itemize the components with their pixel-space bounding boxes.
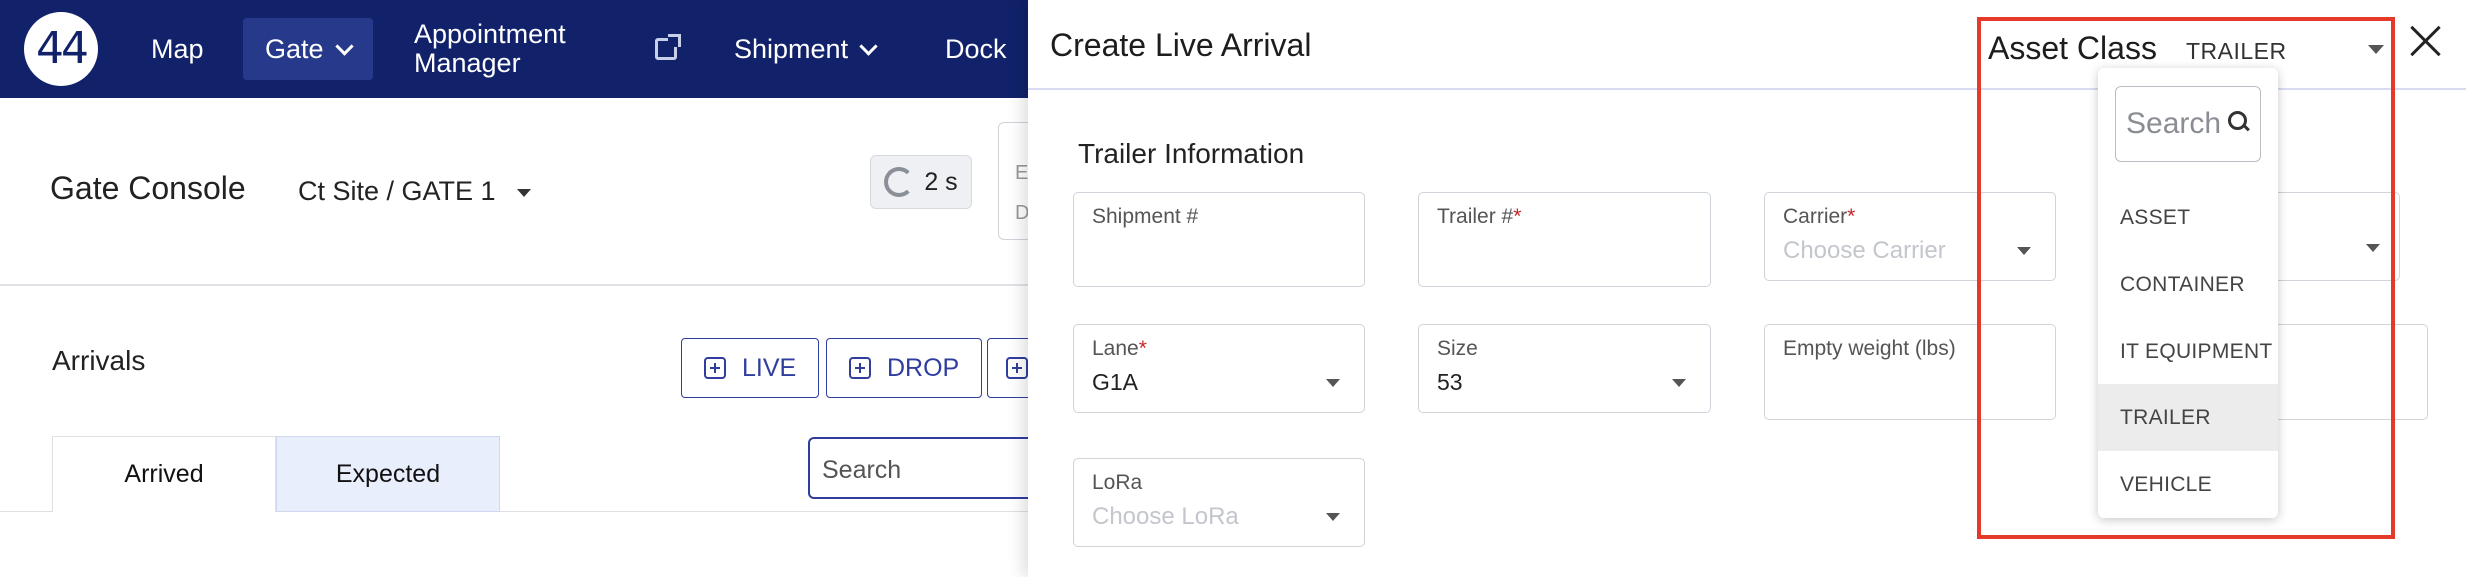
live-button-label: LIVE	[742, 353, 797, 382]
shipment-number-label: Shipment #	[1092, 205, 1199, 228]
size-label: Size	[1437, 337, 1478, 360]
arrivals-search-input[interactable]: Search	[808, 437, 1048, 499]
tab-arrived-label: Arrived	[124, 460, 204, 488]
lane-select[interactable]: Lane* G1A	[1073, 324, 1365, 413]
nav-item-shipment[interactable]: Shipment	[734, 18, 878, 80]
drop-button-label: DROP	[887, 353, 960, 382]
tab-expected-label: Expected	[335, 459, 441, 488]
drawer-title: Create Live Arrival	[1050, 27, 1312, 63]
trailer-number-label: Trailer #*	[1437, 205, 1522, 228]
nav-item-dock-label: Dock	[945, 33, 1007, 64]
site-selector[interactable]: Ct Site / GATE 1	[298, 176, 532, 207]
app-logo[interactable]: 44	[24, 12, 98, 86]
lora-placeholder: Choose LoRa	[1092, 503, 1239, 530]
section-title: Trailer Information	[1078, 138, 1305, 169]
refresh-button[interactable]: 2 s	[870, 155, 972, 209]
nav-item-map[interactable]: Map	[151, 18, 204, 80]
trailer-number-field[interactable]: Trailer #*	[1418, 192, 1711, 287]
empty-weight-label: Empty weight (lbs)	[1783, 337, 1956, 360]
nav-item-gate-label: Gate	[265, 33, 324, 64]
nav-item-appointment-label-line2: Manager	[414, 48, 521, 78]
nav-item-gate[interactable]: Gate	[243, 18, 373, 80]
carrier-label: Carrier*	[1783, 205, 1856, 228]
lane-value: G1A	[1092, 369, 1139, 395]
top-navigation: 44 Map Gate Appointment Manager Shipment…	[0, 0, 1030, 98]
nav-item-dock[interactable]: Dock	[945, 18, 1007, 80]
chevron-down-icon	[859, 36, 878, 56]
caret-down-icon	[1326, 513, 1340, 521]
caret-down-icon	[517, 188, 532, 197]
external-link-icon[interactable]	[655, 34, 681, 60]
arrivals-title: Arrivals	[52, 345, 146, 376]
arrivals-search-placeholder: Search	[822, 456, 902, 484]
live-button[interactable]: LIVE	[681, 338, 820, 398]
add-box-icon	[849, 357, 871, 379]
page-title: Gate Console	[50, 170, 246, 206]
size-value: 53	[1437, 369, 1463, 395]
caret-down-icon	[1326, 379, 1340, 387]
divider	[0, 284, 1030, 286]
tab-expected[interactable]: Expected	[276, 436, 500, 512]
nav-item-shipment-label: Shipment	[734, 33, 849, 64]
refresh-interval: 2 s	[924, 167, 958, 196]
site-selector-value: Ct Site / GATE 1	[298, 176, 496, 206]
size-select[interactable]: Size 53	[1418, 324, 1711, 413]
lora-label: LoRa	[1092, 471, 1143, 494]
nav-item-map-label: Map	[151, 33, 204, 64]
add-box-icon	[704, 357, 726, 379]
lora-select[interactable]: LoRa Choose LoRa	[1073, 458, 1365, 547]
carrier-placeholder: Choose Carrier	[1783, 237, 1946, 264]
nav-item-appointment-manager[interactable]: Appointment Manager	[414, 18, 566, 80]
refresh-icon	[884, 167, 915, 197]
nav-item-appointment-label-line1: Appointment	[414, 19, 566, 49]
tab-arrived[interactable]: Arrived	[52, 436, 276, 512]
close-icon[interactable]	[2408, 24, 2442, 58]
drop-button[interactable]: DROP	[826, 338, 983, 398]
shipment-number-field[interactable]: Shipment #	[1073, 192, 1365, 287]
add-box-icon	[1006, 357, 1028, 379]
chevron-down-icon	[334, 36, 354, 56]
lane-label: Lane*	[1092, 337, 1147, 360]
highlight-box	[1977, 17, 2395, 539]
caret-down-icon	[1672, 379, 1686, 387]
